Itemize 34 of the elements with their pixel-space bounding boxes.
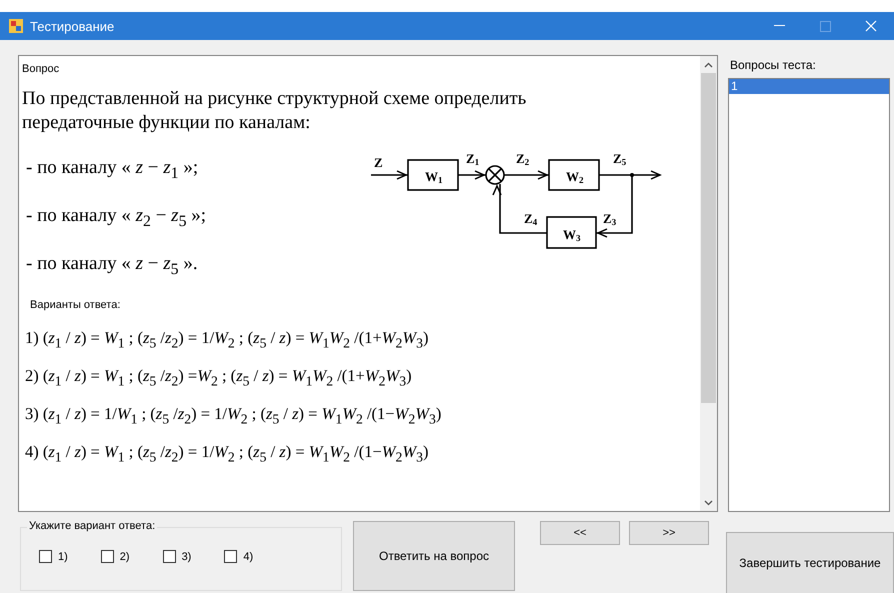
answer-checkbox[interactable]: [224, 550, 238, 563]
channel-line: - по каналу « z − z$_{1}$ »;: [26, 156, 200, 181]
scroll-down-icon[interactable]: [704, 500, 713, 506]
app-icon: [8, 18, 24, 34]
block-diagram: W$_{1}$ W$_{2}$ W$_{3}$ Z Z$_{1}$ Z$_{2}$ Z$_{5}$ Z$_{4}$ Z$_{3}$: [366, 145, 666, 257]
questions-list-label: Вопросы теста:: [730, 58, 817, 72]
scrollbar[interactable]: [700, 56, 717, 511]
scroll-up-icon[interactable]: [704, 62, 713, 68]
question-list-item[interactable]: 1: [729, 79, 889, 94]
close-icon[interactable]: [865, 20, 877, 32]
answer-option: 4) (z$_{1}$ / z) = W$_{1}$ ; (z$_{5}$ /z$_{2}$) = 1/W$_{2}$ ; (z$_{5}$ / z) = W$_{1}$W$_{2}$ /(1−W$_{2}$W$_{3}$): [25, 441, 700, 463]
channel-line: - по каналу « z − z$_{5}$ ».: [26, 252, 199, 277]
question-text: По представленной на рисунке структурной схеме определить передаточные функции по каналам:: [22, 87, 528, 135]
answer-checkbox[interactable]: [100, 550, 114, 563]
next-button[interactable]: >>: [629, 521, 709, 545]
finish-button[interactable]: Завершить тестирование: [726, 532, 894, 593]
channel-line: - по каналу « z$_{2}$ − z$_{5}$ »;: [26, 204, 208, 229]
answer-checkbox[interactable]: [162, 550, 176, 563]
questions-list[interactable]: 1: [728, 78, 890, 512]
checkbox-label: 3): [182, 550, 192, 562]
checkbox-label: 4): [243, 550, 254, 562]
answer-option: 3) (z$_{1}$ / z) = 1/W$_{1}$ ; (z$_{5}$ /z$_{2}$) = 1/W$_{2}$ ; (z$_{5}$ / z) = W$_{1}$W$_{2}$ /(1−W$_{2}$W$_{3}$): [25, 403, 700, 425]
answer-button[interactable]: Ответить на вопрос: [353, 521, 515, 591]
answer-group-label: Укажите вариант ответа:: [27, 520, 158, 532]
previous-button[interactable]: <<: [540, 521, 620, 545]
answer-option: 2) (z$_{1}$ / z) = W$_{1}$ ; (z$_{5}$ /z$_{2}$) =W$_{2}$ ; (z$_{5}$ / z) = W$_{1}$W$_{2}$ /(1+W$_{2}$W$_{3}$): [25, 365, 700, 387]
answers-label: Варианты ответа:: [30, 299, 120, 311]
window-title: Тестирование: [30, 18, 116, 34]
answer-option: 1) (z$_{1}$ / z) = W$_{1}$ ; (z$_{5}$ /z$_{2}$) = 1/W$_{2}$ ; (z$_{5}$ / z) = W$_{1}$W$_{2}$ /(1+W$_{2}$W$_{3}$): [25, 327, 700, 349]
answer-checkbox[interactable]: [39, 550, 52, 563]
checkbox-label: 2): [120, 550, 130, 562]
minimize-icon[interactable]: [774, 25, 784, 27]
checkbox-label: 1): [58, 550, 68, 562]
question-label: Вопрос: [22, 63, 60, 75]
